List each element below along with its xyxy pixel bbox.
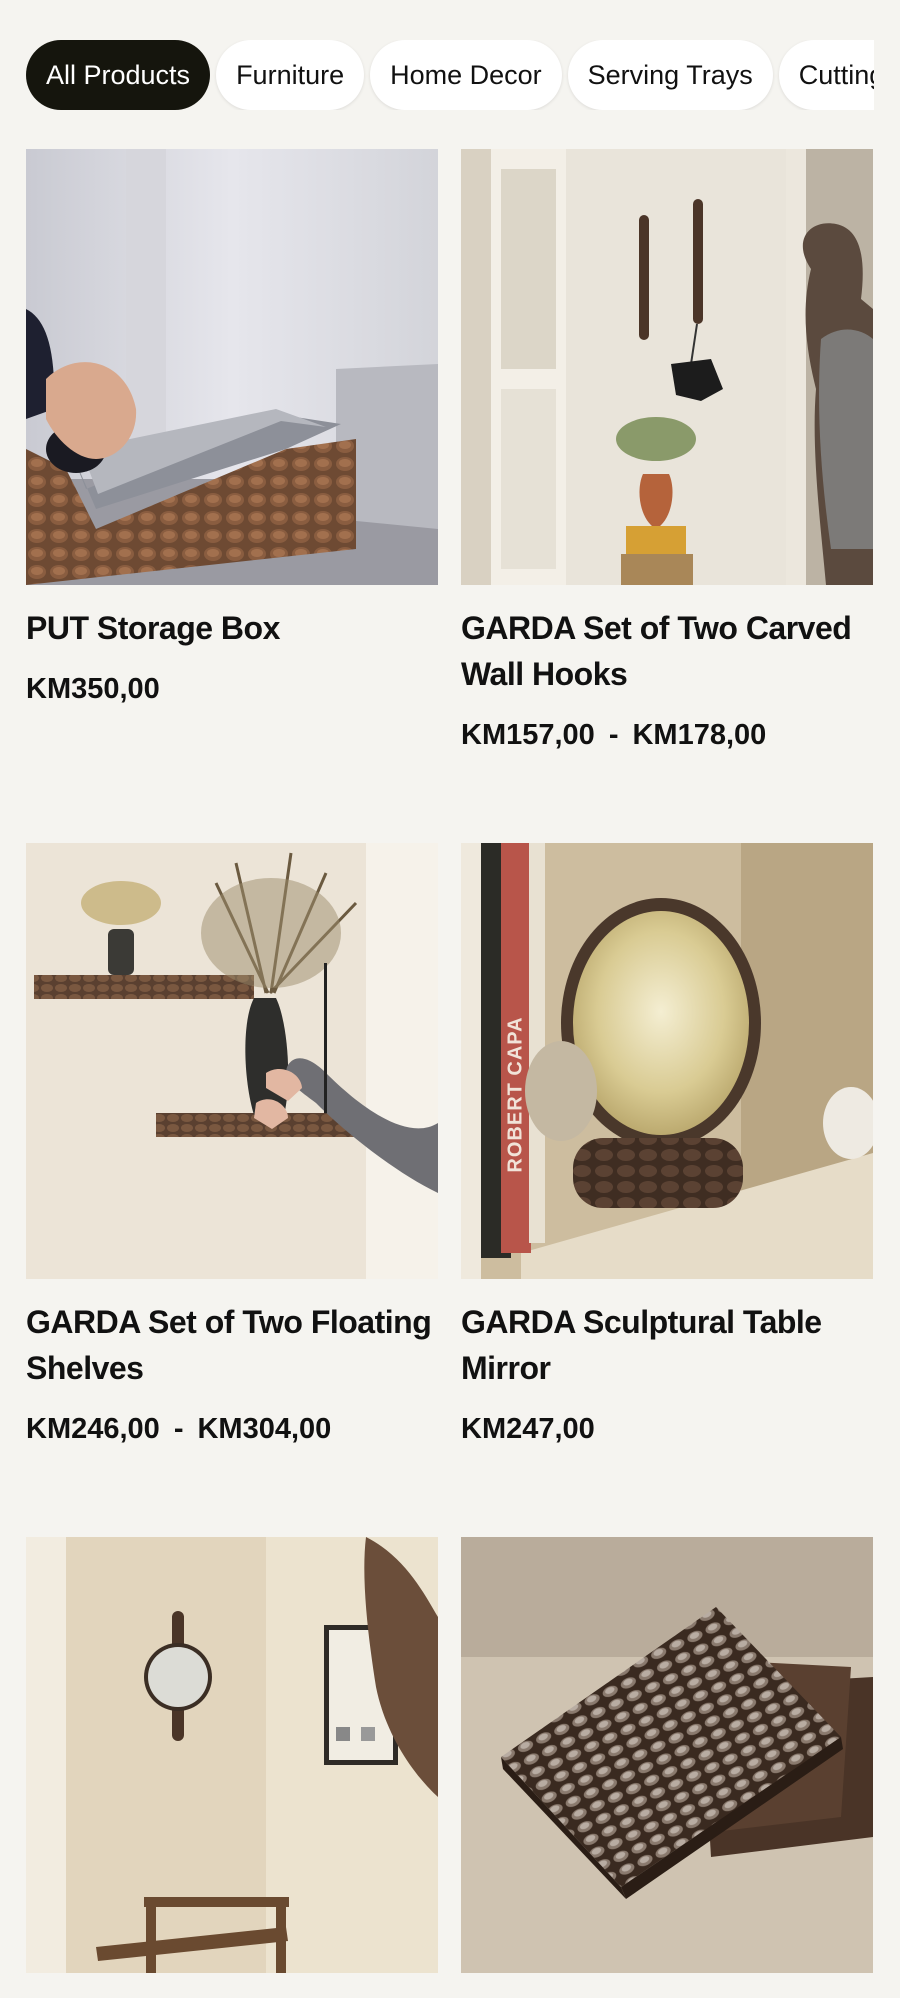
price-value: KM350,00 [26, 673, 160, 705]
price-max: KM304,00 [197, 1413, 332, 1445]
product-image-wall-hooks[interactable] [461, 149, 873, 585]
price-separator: - [173, 1413, 184, 1445]
filter-chip-serving-trays[interactable]: Serving Trays [567, 40, 773, 110]
product-image-storage-box[interactable] [26, 149, 438, 585]
filter-chip-cutting-boards[interactable]: Cutting Boards [778, 40, 874, 110]
price-max: KM178,00 [632, 719, 767, 751]
filter-chip-home-decor[interactable]: Home Decor [370, 40, 562, 110]
price-separator: - [608, 719, 619, 751]
product-card[interactable]: ROBERT CAPA GARDA Sculptural Table Mirro… [461, 843, 873, 1449]
product-title[interactable]: GARDA Set of Two Carved Wall Hooks [461, 605, 873, 697]
price-value: KM247,00 [461, 1413, 595, 1445]
product-card[interactable]: PUT Storage Box KM350,00 [26, 149, 438, 709]
product-price: KM247,00 [461, 1409, 873, 1449]
product-card[interactable] [461, 1537, 873, 1973]
product-price: KM350,00 [26, 669, 438, 709]
filter-chip-all-products[interactable]: All Products [26, 40, 211, 110]
product-title[interactable]: GARDA Sculptural Table Mirror [461, 1299, 873, 1391]
product-title[interactable]: GARDA Set of Two Floating Shelves [26, 1299, 438, 1391]
product-price: KM246,00- KM304,00 [26, 1409, 438, 1449]
product-card[interactable]: GARDA Set of Two Floating Shelves KM246,… [26, 843, 438, 1449]
category-filter-bar: All Products Furniture Home Decor Serving T… [26, 40, 874, 110]
filter-chip-furniture[interactable]: Furniture [216, 40, 365, 110]
product-card[interactable]: GARDA Set of Two Carved Wall Hooks KM157… [461, 149, 873, 755]
price-min: KM157,00 [461, 719, 595, 751]
book-spine-text: ROBERT CAPA [504, 1016, 527, 1173]
product-image-floating-shelves[interactable] [26, 843, 438, 1279]
product-title[interactable]: PUT Storage Box [26, 605, 438, 651]
product-image-table-mirror[interactable]: ROBERT CAPA [461, 843, 873, 1279]
product-price: KM157,00- KM178,00 [461, 715, 873, 755]
product-image-wall-mirror[interactable] [26, 1537, 438, 1973]
product-card[interactable] [26, 1537, 438, 1973]
price-min: KM246,00 [26, 1413, 160, 1445]
product-image-carved-trays[interactable] [461, 1537, 873, 1973]
